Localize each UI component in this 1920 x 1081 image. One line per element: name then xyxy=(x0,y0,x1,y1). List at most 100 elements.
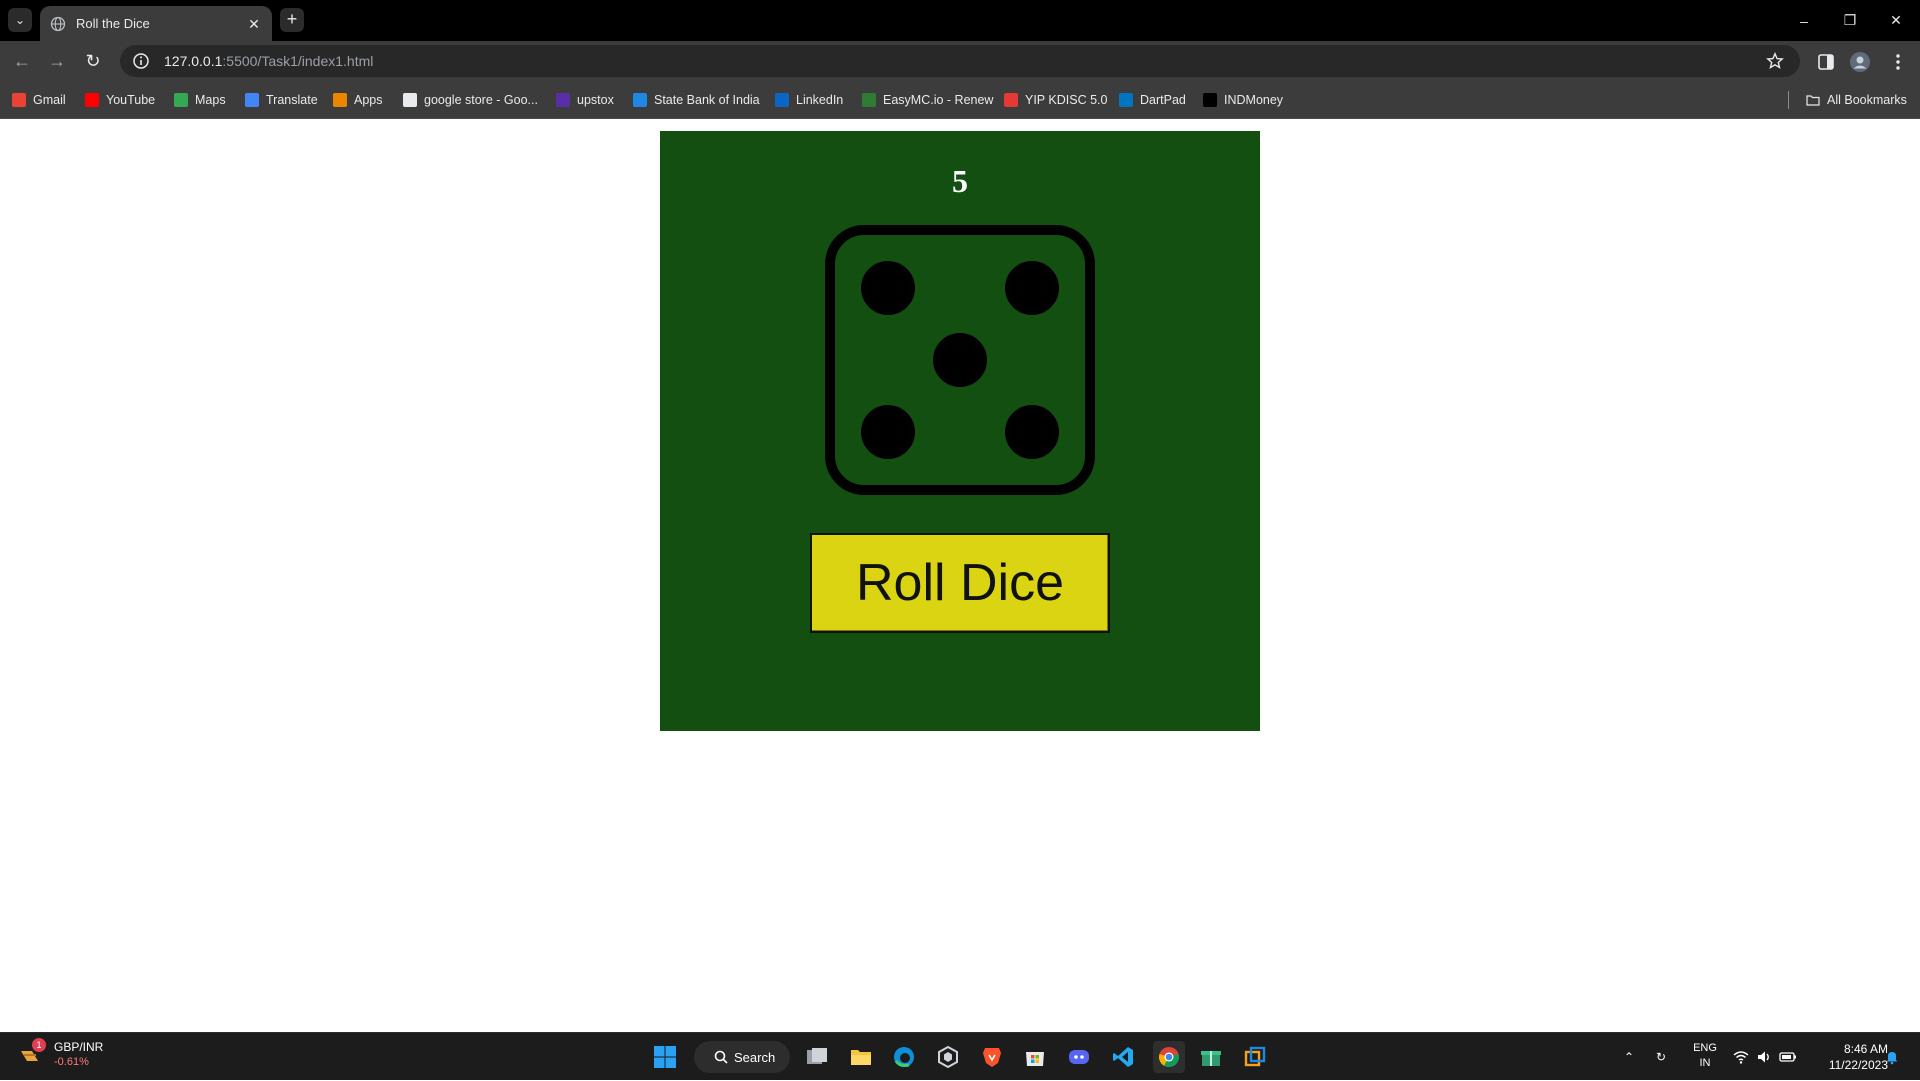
discord-icon xyxy=(1069,1050,1089,1064)
bookmark-yip-kdisc[interactable]: YIP KDISC 5.0 xyxy=(1004,90,1107,110)
bookmark-star-icon[interactable] xyxy=(1766,52,1784,70)
bookmark-dartpad[interactable]: DartPad xyxy=(1119,90,1186,110)
new-tab-button[interactable]: + xyxy=(280,8,304,32)
dice-pip xyxy=(861,261,915,315)
bookmark-label: INDMoney xyxy=(1224,93,1284,107)
notifications-button[interactable] xyxy=(1884,1033,1900,1081)
bookmark-gmail[interactable]: Gmail xyxy=(12,90,66,110)
roll-result: 5 xyxy=(952,163,968,199)
url-host: 127.0.0.1 xyxy=(164,53,223,69)
bookmarks-divider xyxy=(1788,91,1789,109)
upstox-icon xyxy=(556,93,570,107)
file-explorer-button[interactable] xyxy=(847,1043,875,1071)
kebab-menu-icon[interactable] xyxy=(1887,51,1909,73)
restore-button[interactable]: ❐ xyxy=(1827,0,1873,41)
bookmark-translate[interactable]: Translate xyxy=(245,90,318,110)
start-button[interactable] xyxy=(651,1043,679,1071)
language-code: ENG xyxy=(1693,1042,1717,1054)
side-panel-icon[interactable] xyxy=(1815,51,1837,73)
store-button[interactable] xyxy=(1021,1043,1049,1071)
clock[interactable]: 8:46 AM 11/22/2023 xyxy=(1808,1041,1888,1073)
bookmark-label: Gmail xyxy=(33,93,66,107)
brave-lion-icon xyxy=(983,1048,1001,1067)
discord-button[interactable] xyxy=(1065,1043,1093,1071)
tab-search-button[interactable]: ⌄ xyxy=(8,8,32,32)
windows-start-icon xyxy=(654,1046,676,1068)
dice-pip xyxy=(933,333,987,387)
volume-button[interactable] xyxy=(1756,1033,1772,1081)
google-store-icon xyxy=(403,93,417,107)
bookmark-label: DartPad xyxy=(1140,93,1186,107)
apps-grid-icon xyxy=(333,93,347,107)
tab-roll-the-dice[interactable]: Roll the Dice ✕ xyxy=(40,6,272,41)
roll-dice-button[interactable]: Roll Dice xyxy=(810,533,1110,633)
bookmark-maps[interactable]: Maps xyxy=(174,90,226,110)
bookmark-apps[interactable]: Apps xyxy=(333,90,383,110)
region-code: IN xyxy=(1699,1057,1711,1069)
linkedin-icon xyxy=(775,93,789,107)
virtualbox-button[interactable] xyxy=(1241,1043,1269,1071)
vscode-button[interactable] xyxy=(1109,1043,1137,1071)
clock-date: 11/22/2023 xyxy=(1828,1058,1888,1072)
bookmark-linkedin[interactable]: LinkedIn xyxy=(775,90,843,110)
translate-icon xyxy=(245,93,259,107)
url-path: :5500/Task1/index1.html xyxy=(222,53,374,69)
bookmark-label: EasyMC.io - Renew xyxy=(883,93,994,107)
yip-icon xyxy=(1004,93,1018,107)
bookmark-sbi[interactable]: State Bank of India xyxy=(633,90,760,110)
brave-button[interactable] xyxy=(978,1043,1006,1071)
tab-title: Roll the Dice xyxy=(76,16,150,31)
minimize-button[interactable]: – xyxy=(1781,0,1827,41)
task-view-button[interactable] xyxy=(803,1043,831,1071)
currency-widget[interactable]: 1 GBP/INR -0.61% xyxy=(18,1038,103,1069)
input-language-button[interactable]: ENG IN xyxy=(1690,1041,1720,1071)
bookmark-google-store[interactable]: google store - Goo... xyxy=(403,90,538,110)
sync-status-button[interactable]: ↻ xyxy=(1656,1033,1666,1081)
bookmark-youtube[interactable]: YouTube xyxy=(85,90,155,110)
speaker-icon xyxy=(1758,1051,1769,1063)
battery-icon xyxy=(1779,1052,1796,1062)
widget-badge: 1 xyxy=(32,1038,46,1052)
dice-pip xyxy=(1005,405,1059,459)
arrow-left-icon: ← xyxy=(13,50,31,71)
window-close-button[interactable]: ✕ xyxy=(1873,0,1919,41)
site-info-icon[interactable] xyxy=(132,52,150,70)
search-label: Search xyxy=(734,1049,776,1065)
battery-button[interactable] xyxy=(1779,1033,1797,1081)
clock-time: 8:46 AM xyxy=(1843,1042,1888,1056)
bookmark-label: Maps xyxy=(195,93,226,107)
forward-button[interactable]: → xyxy=(43,47,71,75)
reload-button[interactable]: ↻ xyxy=(79,47,107,75)
chevron-down-icon: ⌄ xyxy=(14,13,26,27)
indmoney-icon xyxy=(1203,93,1217,107)
dice-game-panel: 5 Roll Dice xyxy=(660,131,1260,731)
network-button[interactable] xyxy=(1733,1033,1749,1081)
edge-button[interactable] xyxy=(890,1043,918,1071)
bell-icon xyxy=(1886,1052,1898,1065)
bookmark-label: State Bank of India xyxy=(654,93,760,107)
bookmark-upstox[interactable]: upstox xyxy=(556,90,614,110)
bookmark-label: Apps xyxy=(354,93,383,107)
virtualbox-icon xyxy=(1244,1046,1266,1067)
address-bar[interactable]: 127.0.0.1:5500/Task1/index1.html xyxy=(120,45,1800,77)
cube-icon xyxy=(938,1045,958,1069)
dice-pip xyxy=(861,405,915,459)
bookmark-label: YouTube xyxy=(106,93,156,107)
page-viewport: 5 Roll Dice xyxy=(0,119,1920,1032)
bookmark-easymc[interactable]: EasyMC.io - Renew xyxy=(862,90,993,110)
profile-avatar-icon[interactable] xyxy=(1849,51,1871,73)
close-tab-icon[interactable]: ✕ xyxy=(246,16,262,32)
search-icon xyxy=(714,1050,728,1064)
show-hidden-icons-button[interactable]: ⌃ xyxy=(1624,1033,1634,1081)
unity-hub-button[interactable] xyxy=(934,1043,962,1071)
all-bookmarks-folder[interactable]: All Bookmarks xyxy=(1806,90,1907,110)
gmail-icon xyxy=(12,93,26,107)
chrome-icon xyxy=(1159,1047,1179,1068)
back-button[interactable]: ← xyxy=(8,47,36,75)
bookmark-indmoney[interactable]: INDMoney xyxy=(1203,90,1283,110)
chrome-button[interactable] xyxy=(1153,1041,1185,1073)
gift-app-button[interactable] xyxy=(1197,1043,1225,1071)
taskbar-search[interactable]: Search xyxy=(694,1041,790,1073)
dice-pip xyxy=(1005,261,1059,315)
sbi-icon xyxy=(633,93,647,107)
